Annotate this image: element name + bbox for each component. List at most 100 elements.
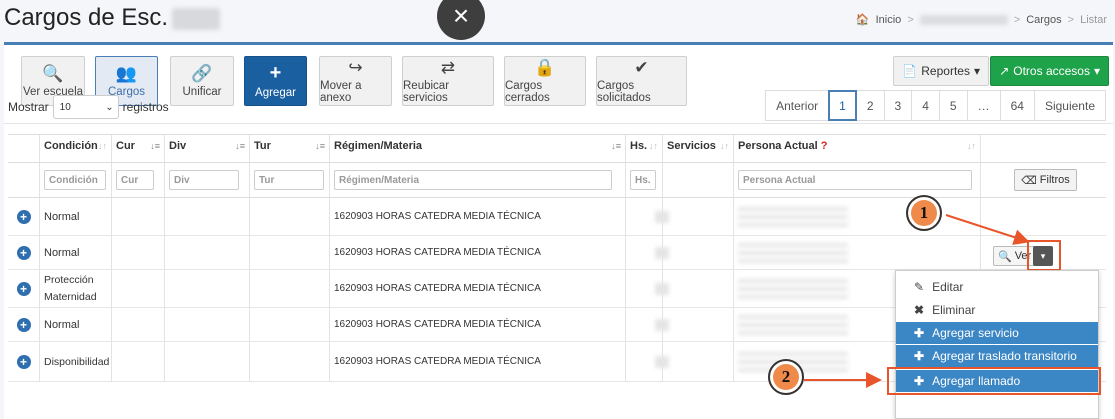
- x-icon: ✖: [914, 303, 925, 317]
- breadcrumb-redacted[interactable]: [919, 14, 1008, 25]
- menu-item-editar[interactable]: ✎ Editar: [896, 276, 1098, 298]
- pagination-page-3[interactable]: 3: [883, 90, 913, 121]
- pagination-page-2[interactable]: 2: [855, 90, 885, 121]
- redacted-persona: [738, 278, 848, 299]
- cell-materia: 1620903 HORAS CATEDRA MEDIA TÉCNICA: [330, 198, 626, 235]
- sort-icon: ↓↑: [649, 141, 658, 151]
- page-size-control: Mostrar 10 ⌄ registros: [8, 95, 169, 119]
- search-icon: 🔍: [42, 63, 64, 83]
- filter-tur-input[interactable]: Tur: [254, 170, 324, 190]
- plus-icon: +: [269, 62, 282, 84]
- expand-row-icon[interactable]: +: [16, 354, 31, 369]
- pencil-icon: ✎: [914, 280, 925, 294]
- users-icon: 👥: [115, 63, 138, 83]
- redacted-persona: [738, 314, 848, 335]
- expand-row-icon[interactable]: +: [16, 209, 31, 224]
- menu-item-agregar-traslado[interactable]: ✚ Agregar traslado transitorio: [896, 345, 1098, 367]
- filter-div-input[interactable]: Div: [169, 170, 239, 190]
- row-actions-menu: ✎ Editar ✖ Eliminar ✚ Agregar servicio ✚…: [895, 270, 1099, 419]
- external-link-icon: ↗: [999, 64, 1010, 78]
- col-div[interactable]: Div ↓≡: [165, 135, 250, 162]
- annotation-badge-1: 1: [906, 195, 942, 231]
- col-hs[interactable]: Hs. ↓↑: [626, 135, 663, 162]
- expand-row-icon[interactable]: +: [16, 317, 31, 332]
- cell-materia: 1620903 HORAS CATEDRA MEDIA TÉCNICA: [330, 236, 626, 269]
- pagination: Anterior 1 2 3 4 5 … 64 Siguiente: [765, 90, 1106, 121]
- sort-icon: ↓↑: [720, 141, 729, 151]
- annotation-arrow-1: [945, 214, 1030, 245]
- redacted-servicios: [655, 210, 669, 223]
- page-size-select[interactable]: 10 ⌄: [52, 95, 119, 119]
- check-icon: ✔: [634, 57, 649, 77]
- plus-icon: ✚: [914, 326, 925, 340]
- col-servicios[interactable]: Servicios ↓↑: [663, 135, 734, 162]
- menu-item-agregar-servicio[interactable]: ✚ Agregar servicio: [896, 322, 1098, 344]
- reportes-dropdown-button[interactable]: 📄 Reportes ▾: [893, 56, 989, 86]
- redacted-servicios: [655, 282, 669, 295]
- sort-icon: ↓≡: [150, 141, 160, 151]
- filter-condicion-input[interactable]: Condición: [44, 170, 106, 190]
- breadcrumb-cargos[interactable]: Cargos: [1026, 14, 1061, 26]
- col-regimen[interactable]: Régimen/Materia ↓≡: [330, 135, 626, 162]
- exchange-icon: ⇄: [440, 57, 456, 77]
- cargos-solicitados-button[interactable]: ✔ Cargos solicitados: [596, 56, 687, 106]
- breadcrumb-home[interactable]: Inicio: [876, 14, 902, 26]
- plus-icon: ✚: [914, 349, 925, 363]
- home-icon: 🏠: [855, 14, 870, 26]
- lock-icon: 🔒: [534, 57, 556, 77]
- pagination-prev[interactable]: Anterior: [765, 90, 830, 121]
- cell-condicion: Disponibilidad: [40, 342, 112, 381]
- sort-icon: ↓↑: [98, 141, 107, 151]
- reubicar-servicios-button[interactable]: ⇄ Reubicar servicios: [402, 56, 494, 106]
- caret-down-icon: ▾: [1093, 64, 1100, 78]
- pagination-next[interactable]: Siguiente: [1033, 90, 1106, 121]
- sort-icon: ↓≡: [611, 141, 621, 151]
- chevron-down-icon: ⌄: [105, 101, 114, 113]
- close-icon: ×: [452, 0, 470, 31]
- menu-item-eliminar[interactable]: ✖ Eliminar: [896, 299, 1098, 321]
- file-icon: 📄: [902, 64, 918, 78]
- agregar-button[interactable]: + Agregar: [244, 56, 307, 106]
- col-cur[interactable]: Cur ↓≡: [112, 135, 165, 162]
- help-icon[interactable]: ?: [821, 140, 828, 152]
- filter-cur-input[interactable]: Cur: [116, 170, 154, 190]
- col-persona[interactable]: Persona Actual ? ↓↑: [734, 135, 981, 162]
- annotation-badge-2: 2: [768, 359, 804, 395]
- unificar-button[interactable]: 🔗 Unificar: [170, 56, 234, 106]
- otros-accesos-dropdown-button[interactable]: ↗ Otros accesos ▾: [990, 56, 1109, 86]
- sort-icon: ↓≡: [235, 141, 245, 151]
- expand-row-icon[interactable]: +: [16, 281, 31, 296]
- cell-condicion: Normal: [40, 236, 112, 269]
- filter-regimen-input[interactable]: Régimen/Materia: [334, 170, 612, 190]
- divider: [4, 123, 1113, 124]
- cell-condicion: Protección Maternidad: [40, 270, 112, 307]
- pagination-page-1[interactable]: 1: [828, 90, 857, 121]
- filter-persona-input[interactable]: Persona Actual: [738, 170, 972, 190]
- table-header: Condición ↓↑ Cur ↓≡ Div ↓≡ Tur ↓≡ Régimen/Ma…: [8, 134, 1106, 163]
- share-arrow-icon: ↪: [348, 57, 363, 77]
- col-condicion[interactable]: Condición ↓↑: [40, 135, 112, 162]
- page-title: Cargos de Esc.: [4, 4, 221, 32]
- pagination-page-4[interactable]: 4: [911, 90, 940, 121]
- filtros-button[interactable]: ⌫ Filtros: [1014, 169, 1077, 191]
- cell-materia: 1620903 HORAS CATEDRA MEDIA TÉCNICA: [330, 270, 626, 307]
- cell-condicion: Normal: [40, 198, 112, 235]
- filter-hs-input[interactable]: Hs.: [630, 170, 656, 190]
- redacted-servicios: [655, 355, 669, 368]
- col-tur[interactable]: Tur ↓≡: [250, 135, 330, 162]
- cell-condicion: Normal: [40, 308, 112, 341]
- redacted-school-name: [172, 7, 221, 30]
- expand-row-icon[interactable]: +: [16, 245, 31, 260]
- search-icon: 🔍: [998, 250, 1012, 263]
- redacted-servicios: [655, 318, 669, 331]
- close-button[interactable]: ×: [437, 0, 485, 40]
- cargos-cerrados-button[interactable]: 🔒 Cargos cerrados: [504, 56, 586, 106]
- sort-icon: ↓≡: [315, 141, 325, 151]
- mover-anexo-button[interactable]: ↪ Mover a anexo: [319, 56, 392, 106]
- pagination-page-5[interactable]: 5: [938, 90, 968, 121]
- eraser-icon: ⌫: [1021, 174, 1037, 187]
- sort-icon: ↓↑: [967, 141, 976, 151]
- annotation-arrow-2: [804, 372, 882, 388]
- pagination-page-64[interactable]: 64: [999, 90, 1035, 121]
- redacted-persona: [738, 206, 848, 227]
